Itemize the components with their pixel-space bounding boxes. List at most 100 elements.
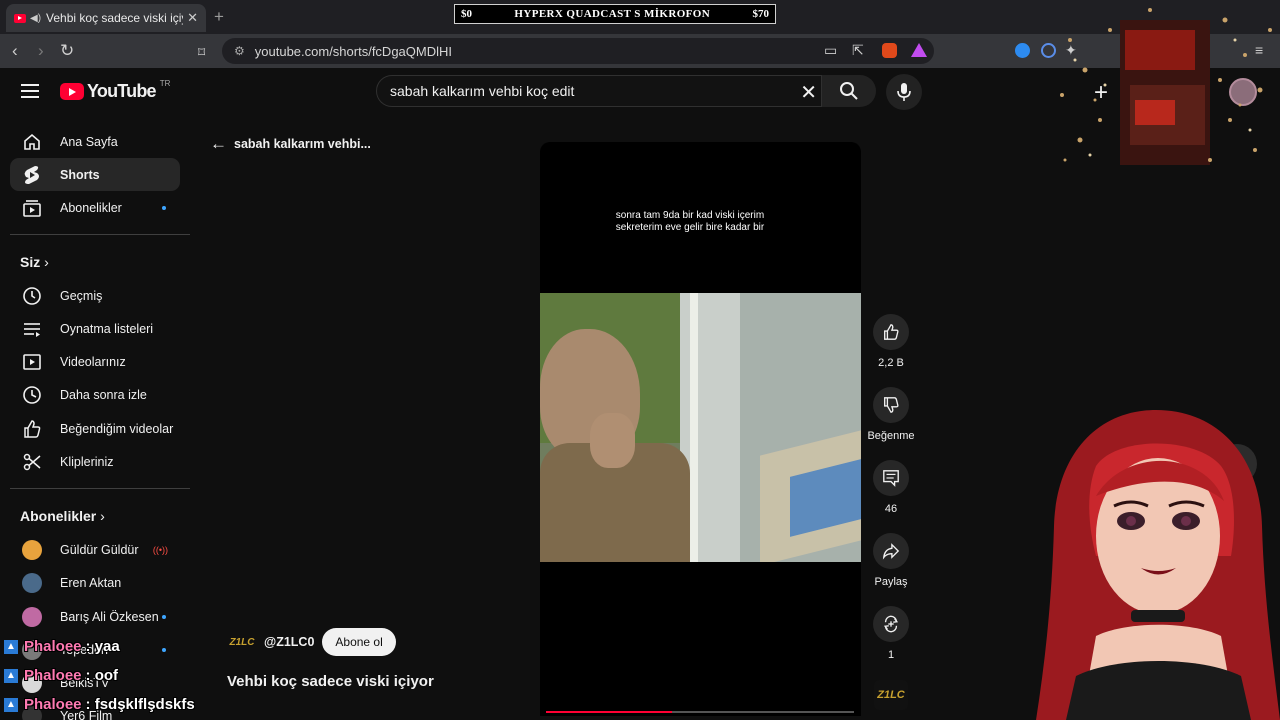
sidebar-item-clips[interactable]: Klipleriniz [10,445,180,478]
twitch-icon: ▲ [4,639,18,654]
channel-avatar [22,572,42,593]
guide-menu-icon[interactable] [21,84,39,102]
twitch-icon: ▲ [4,697,18,712]
share-page-icon[interactable]: ⇱ [852,42,864,59]
sidebar-item-home[interactable]: Ana Sayfa [10,125,180,158]
subscriptions-section-header[interactable]: Abonelikler › [20,508,105,524]
sidebar-item-history[interactable]: Geçmiş [10,279,180,312]
brave-shield-icon[interactable] [882,43,897,58]
extension-blue-icon[interactable] [1015,43,1030,58]
reload-icon[interactable]: ↻ [60,41,74,61]
bookmark-icon[interactable]: ⌑ [198,42,205,62]
channel-row: Z1LC @Z1LC0 Abone ol [228,628,396,656]
subscriptions-icon [20,198,44,218]
video-caption: sonra tam 9da bir kad viski içerim sekre… [540,210,840,234]
home-icon [20,132,44,152]
shorts-icon [20,165,44,185]
shorts-video-player[interactable]: sonra tam 9da bir kad viski içerim sekre… [540,142,861,716]
tab-title: Vehbi koç sadece viski içiyor [46,11,184,25]
back-to-search-link[interactable]: ← sabah kalkarım vehbi... [210,134,371,154]
sidebar-item-your-videos[interactable]: Videolarınız [10,345,180,378]
site-info-icon[interactable]: ⚙ [234,44,245,58]
subscription-item[interactable]: Güldür Güldür ((•)) [10,533,180,566]
back-nav-icon[interactable]: ‹ [12,41,18,61]
sidebar-item-playlists[interactable]: Oynatma listeleri [10,312,180,345]
chat-text: : fsdşklflşdskfs [85,696,195,713]
like-button[interactable]: 2,2 B [866,314,916,369]
share-label: Paylaş [874,576,908,588]
remix-button[interactable]: 1 [866,606,916,661]
sidebar-item-label: Abonelikler [60,200,122,215]
sidebar-item-label: Eren Aktan [60,575,122,590]
search-input[interactable]: sabah kalkarım vehbi koç edit ✕ [376,75,822,107]
comments-button[interactable]: 46 [866,460,916,515]
goal-product: HYPERX QUADCAST S MİKROFON [514,8,711,20]
sidebar-item-liked-videos[interactable]: Beğendiğim videolar [10,412,180,445]
channel-avatar[interactable]: Z1LC [228,628,256,656]
chat-username: Phaloee [24,696,82,713]
goal-current: $0 [461,8,472,20]
channel-thumbnail[interactable]: Z1LC [874,680,908,710]
chat-username: Phaloee [24,638,82,655]
close-tab-icon[interactable]: ✕ [187,10,198,26]
share-button[interactable]: Paylaş [866,533,916,588]
caption-line: sonra tam 9da bir kad viski içerim [615,210,765,221]
like-count: 2,2 B [878,357,904,369]
remix-icon [873,606,909,642]
search-query: sabah kalkarım vehbi koç edit [390,83,575,99]
youtube-wordmark: YouTube [87,81,157,101]
brave-rewards-icon[interactable] [911,43,927,57]
sidebar-item-watch-later[interactable]: Daha sonra izle [10,378,180,411]
sidebar-item-label: Videolarınız [60,354,126,369]
microphone-icon [897,83,911,101]
youtube-logo[interactable]: YouTube TR [60,79,170,102]
clear-search-icon[interactable]: ✕ [800,80,817,105]
search-icon [840,82,858,100]
subscription-item[interactable]: Barış Ali Özkesen [10,600,180,633]
you-section-header[interactable]: Siz › [20,254,49,270]
chevron-right-icon: › [100,508,105,524]
thumbs-down-icon [873,387,909,423]
new-content-dot [162,614,166,619]
history-icon [20,286,44,306]
chat-text: : oof [85,667,119,684]
twitch-icon: ▲ [4,668,18,683]
arrow-left-icon: ← [210,134,227,153]
sidebar-item-label: Shorts [60,167,100,182]
goal-target: $70 [752,8,770,20]
speaker-icon[interactable]: ◀) [30,13,41,24]
sidebar-item-subscriptions[interactable]: Abonelikler [10,191,180,224]
new-tab-icon[interactable]: + [214,7,224,27]
comment-icon [873,460,909,496]
sidebar-item-label: Geçmiş [60,288,103,303]
video-progress-bar[interactable] [546,711,854,713]
subscription-item[interactable]: Eren Aktan [10,566,180,599]
cast-icon[interactable]: ▭ [824,42,837,59]
sidebar-item-shorts[interactable]: Shorts [10,158,180,191]
live-indicator-icon: ((•)) [152,544,168,555]
channel-avatar [22,539,42,560]
browser-tab[interactable]: ◀) Vehbi koç sadece viski içiyor ✕ [6,4,206,32]
vtuber-avatar-overlay [1036,410,1280,720]
playlists-icon [20,319,44,339]
sidebar-item-label: Oynatma listeleri [60,321,154,336]
voice-search-button[interactable] [886,74,922,110]
channel-avatar [22,606,42,627]
dislike-button[interactable]: Beğenme [866,387,916,442]
channel-handle[interactable]: @Z1LC0 [264,635,314,649]
sidebar-item-label: Ana Sayfa [60,134,118,149]
youtube-favicon-icon [14,13,26,23]
stream-glitter-overlay [1060,8,1272,165]
new-content-dot [162,205,166,210]
subscribe-button[interactable]: Abone ol [322,628,396,656]
your-videos-icon [20,352,44,372]
forward-nav-icon[interactable]: › [38,41,44,61]
sidebar-item-label: Klipleriniz [60,454,114,469]
search-button[interactable] [822,75,876,107]
stream-chat-message: ▲ Phaloee : oof [4,667,118,684]
sidebar-divider [10,488,190,489]
video-title[interactable]: Vehbi koç sadece viski içiyor [227,673,434,690]
chat-text: : yaa [85,638,120,655]
liked-icon [20,419,44,439]
chat-username: Phaloee [24,667,82,684]
